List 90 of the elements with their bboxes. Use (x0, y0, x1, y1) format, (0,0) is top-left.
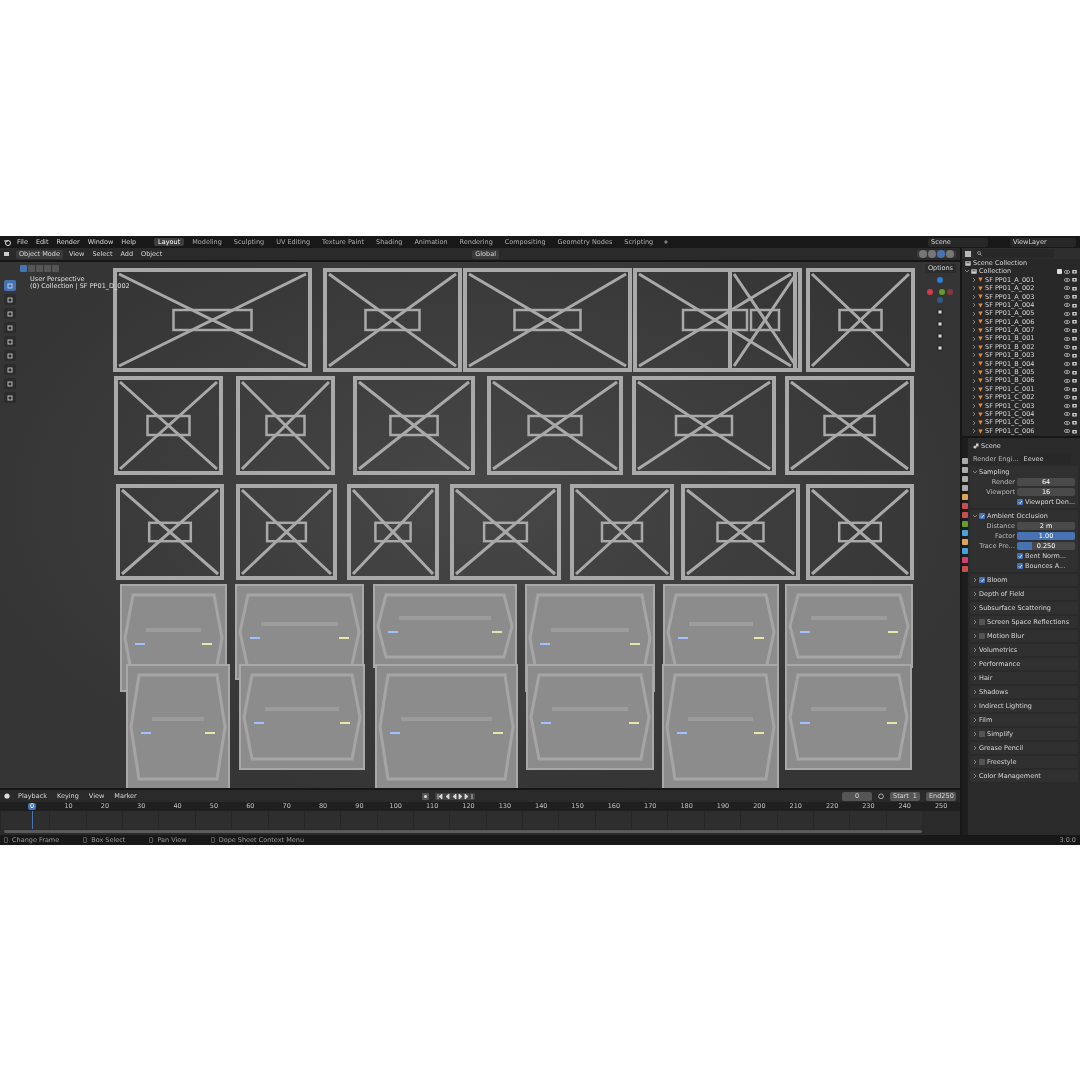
tool-button[interactable] (4, 350, 16, 361)
eye-icon[interactable] (1064, 328, 1070, 333)
record-icon[interactable] (422, 792, 429, 800)
mouse-icon (4, 837, 8, 843)
expand-caret[interactable] (973, 716, 977, 724)
expand-caret[interactable] (973, 730, 977, 738)
search-icon (977, 251, 982, 256)
eye-icon[interactable] (1064, 353, 1070, 358)
display-mode-icon[interactable] (965, 250, 972, 257)
navigation-gizmo-icon[interactable] (926, 276, 954, 304)
stopwatch-icon[interactable] (878, 793, 884, 799)
expand-caret[interactable] (973, 632, 977, 640)
eye-icon[interactable] (1064, 370, 1070, 375)
scene-icon (973, 443, 979, 449)
checkbox[interactable] (979, 759, 985, 765)
eye-icon[interactable] (1064, 336, 1070, 341)
eye-icon[interactable] (1064, 403, 1070, 408)
caret-icon (973, 647, 977, 652)
caret-icon (973, 773, 977, 778)
tool-button[interactable] (4, 280, 16, 291)
checkbox[interactable] (1057, 269, 1062, 275)
search-field[interactable] (974, 249, 1054, 258)
clock-icon[interactable] (4, 793, 10, 799)
tool-button[interactable] (4, 378, 16, 389)
checkbox[interactable] (979, 577, 985, 583)
scrollbar[interactable] (4, 830, 922, 833)
caret-icon (973, 661, 977, 666)
shading-mode-button[interactable] (928, 250, 936, 258)
eye-icon[interactable] (1064, 345, 1070, 350)
eye-icon[interactable] (1064, 412, 1070, 417)
shading-mode-button[interactable] (919, 250, 927, 258)
expand-caret[interactable] (973, 646, 977, 654)
expand-caret[interactable] (973, 576, 977, 584)
caret-icon (973, 703, 977, 708)
tool-button[interactable] (4, 308, 16, 319)
checkbox[interactable] (1017, 553, 1023, 559)
tool-button[interactable] (4, 364, 16, 375)
eye-icon[interactable] (1064, 303, 1070, 308)
eye-icon[interactable] (1064, 395, 1070, 400)
expand-caret[interactable] (973, 660, 977, 668)
shading-mode-button[interactable] (946, 250, 954, 258)
caret-icon (973, 605, 977, 610)
tool-button[interactable] (4, 336, 16, 347)
expand-caret[interactable] (973, 618, 977, 626)
checkbox[interactable] (1017, 499, 1023, 505)
expand-caret[interactable] (973, 688, 977, 696)
tool-button[interactable] (4, 392, 16, 403)
tool-button[interactable] (4, 294, 16, 305)
caret-icon (973, 619, 977, 624)
mouse-icon (210, 837, 215, 843)
eye-icon[interactable] (1064, 319, 1070, 324)
eye-icon[interactable] (1064, 361, 1070, 366)
collection-icon (965, 260, 971, 266)
eye-icon[interactable] (1064, 429, 1070, 433)
expand-caret[interactable] (973, 744, 977, 752)
editor-type-icon[interactable] (4, 251, 12, 257)
tool-button[interactable] (4, 322, 16, 333)
caret-icon (973, 633, 977, 638)
eye-icon[interactable] (1064, 378, 1070, 383)
checkbox[interactable] (979, 513, 985, 519)
mouse-icon (83, 837, 88, 843)
caret-icon (973, 577, 977, 582)
blender-logo-icon[interactable] (4, 238, 11, 246)
caret-icon (973, 731, 977, 736)
checkbox[interactable] (979, 633, 985, 639)
expand-caret[interactable] (973, 702, 977, 710)
expand-caret[interactable] (973, 772, 977, 780)
caret-icon (973, 759, 977, 764)
eye-icon[interactable] (1064, 286, 1070, 291)
playback-controls-icon[interactable] (435, 792, 475, 800)
mouse-icon (149, 837, 154, 843)
eye-icon[interactable] (1064, 269, 1070, 274)
caret-icon (973, 745, 977, 750)
eye-icon[interactable] (1064, 311, 1070, 316)
caret-icon (973, 591, 977, 596)
expand-caret[interactable] (973, 758, 977, 766)
checkbox[interactable] (979, 619, 985, 625)
expand-caret[interactable] (973, 674, 977, 682)
checkbox[interactable] (979, 731, 985, 737)
expand-caret[interactable] (973, 590, 977, 598)
expand-caret[interactable] (973, 604, 977, 612)
caret-icon (973, 675, 977, 680)
caret-icon (973, 689, 977, 694)
caret-icon (973, 717, 977, 722)
eye-icon[interactable] (1064, 277, 1070, 282)
eye-icon[interactable] (1064, 294, 1070, 299)
eye-icon[interactable] (1064, 420, 1070, 425)
checkbox[interactable] (1017, 563, 1023, 569)
eye-icon[interactable] (1064, 387, 1070, 392)
collection-icon (971, 269, 977, 275)
